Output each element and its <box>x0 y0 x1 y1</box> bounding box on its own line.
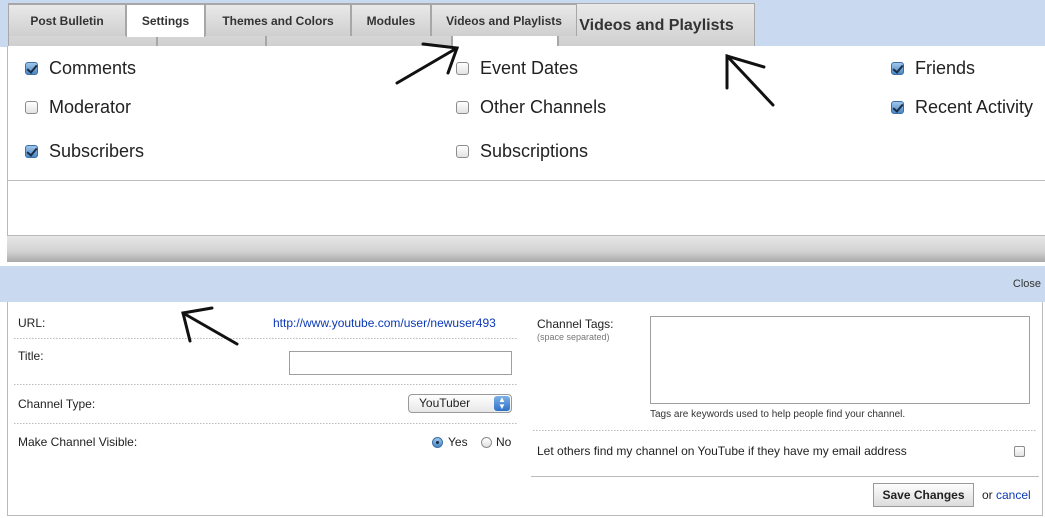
arrow-settings-head <box>181 306 214 343</box>
annotation-arrows <box>181 42 775 346</box>
arrow-modules-shaft <box>395 46 459 85</box>
